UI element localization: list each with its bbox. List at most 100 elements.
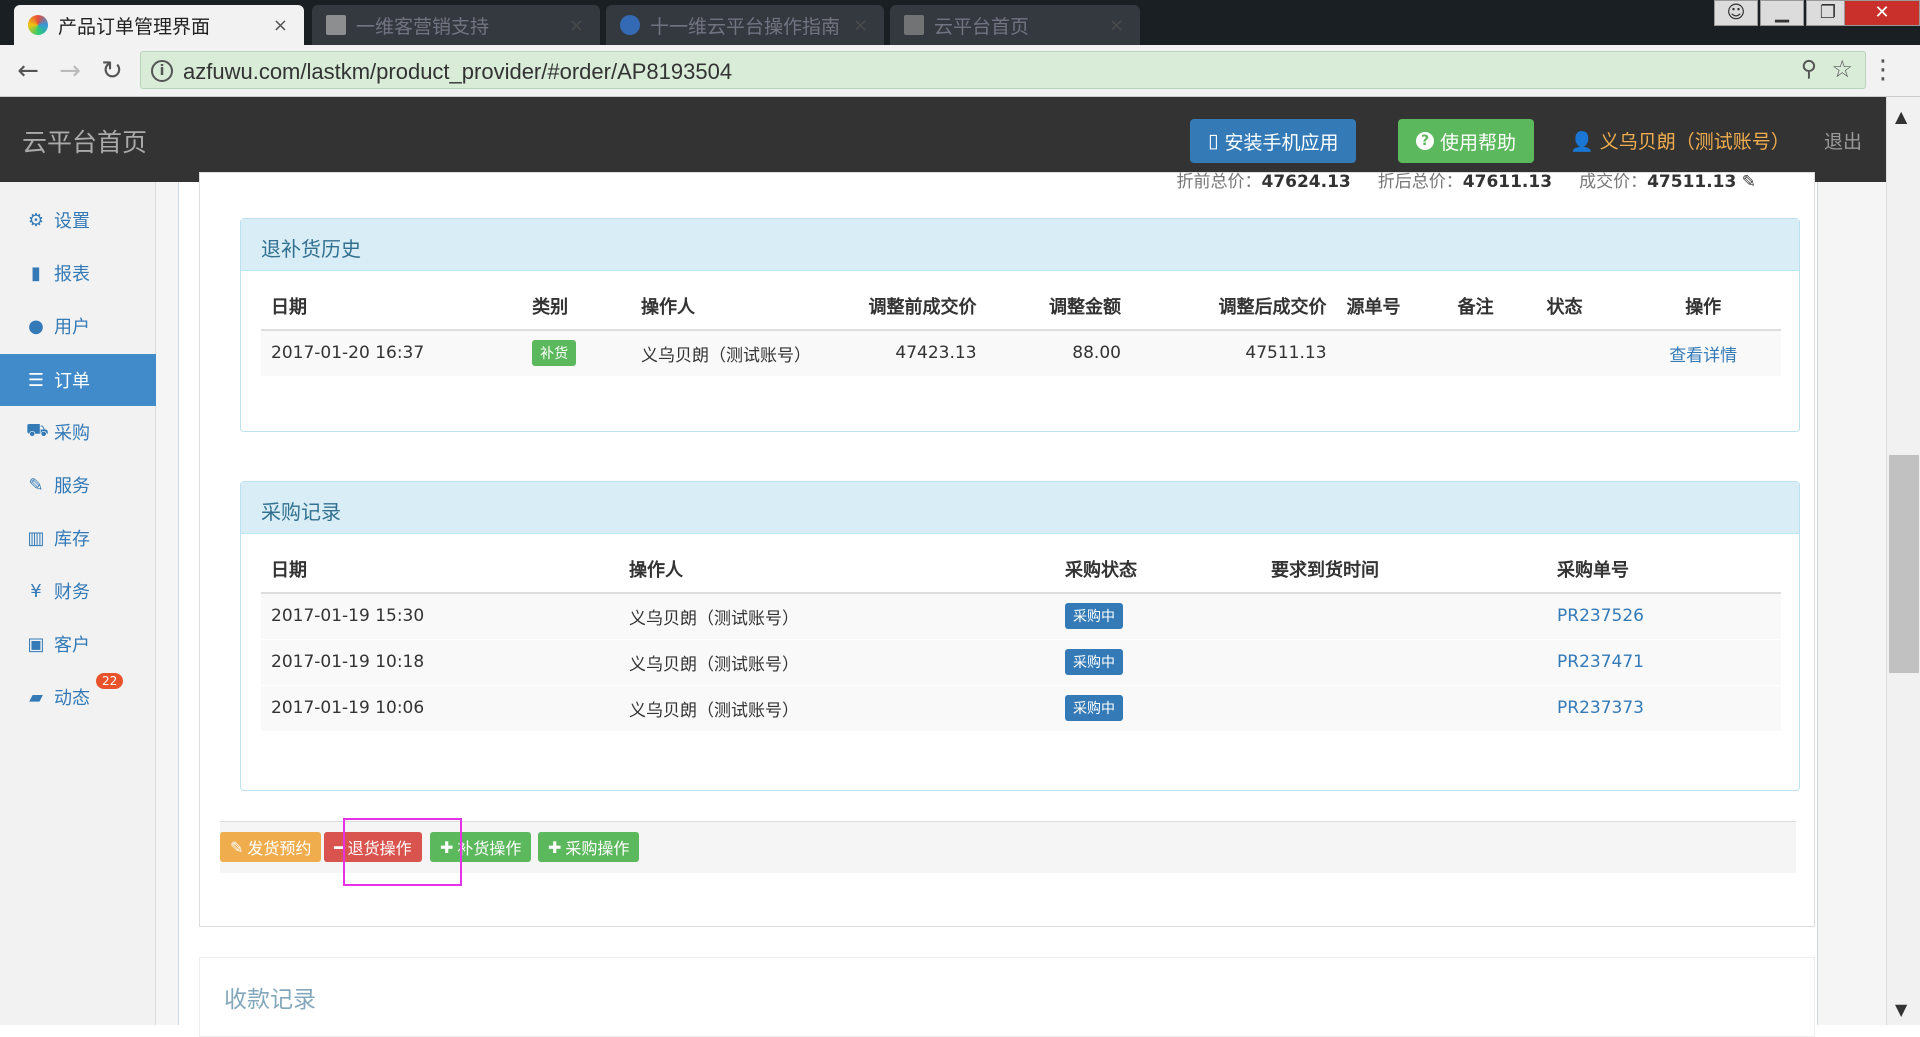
close-tab-icon[interactable]: × [853, 15, 868, 36]
sidebar-item-customers[interactable]: ▣ 客户 [0, 618, 156, 670]
column-header: 调整后成交价 [1130, 283, 1337, 331]
purchase-order-link[interactable]: PR237471 [1557, 652, 1644, 672]
po-cell: PR237526 [1547, 593, 1781, 640]
sidebar-nav: ⚙ 设置 ▮ 报表 ● 用户 ☰ 订单 ⛟ 采购 ✎ 服务 ▥ 库存 ¥ 财务 ▣ 客户 ▰ 动态… [0, 182, 156, 1025]
button-label: 采购操作 [565, 839, 630, 858]
sidebar-item-activity[interactable]: ▰ 动态 22 [0, 671, 156, 723]
column-header: 采购单号 [1547, 546, 1781, 594]
receipt-records-title: 收款记录 [224, 987, 316, 1013]
purchase-records-table: 日期 操作人 采购状态 要求到货时间 采购单号 2017-01-19 15:30… [261, 546, 1781, 732]
close-tab-icon[interactable]: × [273, 15, 288, 36]
view-details-link[interactable]: 查看详情 [1669, 346, 1737, 366]
notification-badge: 22 [96, 673, 124, 689]
zoom-icon[interactable]: ⚲ [1801, 57, 1817, 82]
help-button[interactable]: ? 使用帮助 [1398, 119, 1535, 163]
tab-order-management[interactable]: 产品订单管理界面 × [14, 5, 304, 45]
sidebar-item-service[interactable]: ✎ 服务 [0, 459, 156, 511]
ship-appointment-button[interactable]: ✎ 发货预约 [220, 832, 322, 862]
sidebar-item-label: 服务 [54, 476, 90, 497]
question-circle-icon: ? [1416, 132, 1434, 150]
close-tab-icon[interactable]: × [1109, 15, 1124, 36]
sidebar-item-label: 库存 [54, 529, 90, 550]
bookmark-star-icon[interactable]: ☆ [1831, 55, 1853, 83]
mobile-phone-icon: ▯ [1208, 130, 1219, 152]
date-cell: 2017-01-19 10:06 [261, 685, 619, 732]
operator-cell: 义乌贝朗（测试账号） [619, 639, 1055, 686]
install-app-button[interactable]: ▯ 安装手机应用 [1190, 119, 1357, 163]
po-cell: PR237471 [1547, 639, 1781, 686]
sidebar-item-reports[interactable]: ▮ 报表 [0, 247, 156, 299]
column-header: 状态 [1536, 283, 1626, 331]
yen-icon: ¥ [30, 580, 42, 602]
wrench-icon: ✎ [28, 474, 44, 496]
comment-icon: ▰ [29, 686, 43, 708]
back-icon[interactable]: ← [10, 53, 46, 89]
main-content: 折前总价：47624.13 折后总价：47611.13 成交价：47511.13… [156, 172, 1886, 1037]
address-bar[interactable]: i azfuwu.com/lastkm/product_provider/#or… [140, 51, 1866, 89]
sidebar-item-purchase[interactable]: ⛟ 采购 [0, 406, 156, 458]
due-date-cell [1261, 593, 1547, 640]
tab-background-1[interactable]: 一维客营销支持 × [312, 5, 600, 45]
column-header: 备注 [1447, 283, 1537, 331]
browser-menu-icon[interactable]: ⋮ [1870, 55, 1896, 85]
page-icon [904, 15, 924, 35]
column-header: 日期 [261, 283, 523, 331]
browser-toolbar: ← → ↻ i azfuwu.com/lastkm/product_provid… [0, 45, 1920, 97]
column-header: 采购状态 [1055, 546, 1261, 594]
edit-pencil-icon[interactable]: ✎ [1742, 172, 1756, 192]
sidebar-item-inventory[interactable]: ▥ 库存 [0, 512, 156, 564]
purchase-records-panel: 采购记录 日期 操作人 采购状态 要求到货时间 采购单号 2017-01-19 … [240, 481, 1800, 791]
plus-icon: ✚ [548, 837, 562, 857]
deal-price-label: 成交价： [1579, 172, 1648, 192]
sidebar-item-users[interactable]: ● 用户 [0, 300, 156, 352]
highlight-annotation-box [343, 818, 462, 886]
scrollbar-thumb[interactable] [1889, 455, 1919, 673]
barcode-icon: ▥ [27, 527, 45, 549]
post-discount-value: 47611.13 [1462, 172, 1553, 192]
reload-icon[interactable]: ↻ [94, 53, 130, 89]
table-row: 2017-01-19 15:30 义乌贝朗（测试账号） 采购中 PR237526 [261, 593, 1781, 640]
brand-link[interactable]: 云平台首页 [22, 123, 147, 159]
table-header-row: 日期 类别 操作人 调整前成交价 调整金额 调整后成交价 源单号 备注 状态 操… [261, 283, 1781, 331]
action-cell: 查看详情 [1625, 330, 1781, 377]
sidebar-item-finance[interactable]: ¥ 财务 [0, 565, 156, 617]
status-cell: 采购中 [1055, 639, 1261, 686]
page-scrollbar[interactable]: ▲ ▼ [1886, 97, 1920, 1025]
sidebar-item-settings[interactable]: ⚙ 设置 [0, 194, 156, 246]
site-info-icon[interactable]: i [151, 60, 173, 82]
user-name: 义乌贝朗（测试账号） [1599, 131, 1790, 153]
site-favicon-icon [620, 15, 640, 35]
close-tab-icon[interactable]: × [569, 15, 584, 36]
tab-title: 一维客营销支持 [356, 15, 490, 38]
purchase-operation-button[interactable]: ✚ 采购操作 [538, 832, 640, 862]
current-user-link[interactable]: 👤 义乌贝朗（测试账号） [1570, 127, 1790, 154]
purchase-order-link[interactable]: PR237373 [1557, 698, 1644, 718]
briefcase-icon: ▣ [27, 633, 45, 655]
tab-background-3[interactable]: 云平台首页 × [890, 5, 1140, 45]
close-window-button[interactable]: ✕ [1844, 0, 1920, 26]
logout-link[interactable]: 退出 [1824, 127, 1862, 154]
return-history-title: 退补货历史 [241, 219, 1799, 271]
purchasing-status-badge: 采购中 [1065, 603, 1123, 630]
operator-cell: 义乌贝朗（测试账号） [630, 330, 854, 377]
scroll-up-arrow-icon[interactable]: ▲ [1895, 107, 1907, 126]
purchase-order-link[interactable]: PR237526 [1557, 606, 1644, 626]
table-header-row: 日期 操作人 采购状态 要求到货时间 采购单号 [261, 546, 1781, 594]
amount-cell: 88.00 [986, 330, 1131, 377]
tab-background-2[interactable]: 十一维云平台操作指南 × [606, 5, 884, 45]
sidebar-item-label: 采购 [54, 423, 90, 444]
scroll-down-arrow-icon[interactable]: ▼ [1895, 1000, 1907, 1019]
after-price-cell: 47511.13 [1130, 330, 1337, 377]
tab-title: 产品订单管理界面 [58, 15, 211, 38]
column-header: 调整前成交价 [853, 283, 987, 331]
sidebar-item-label: 财务 [54, 582, 90, 603]
sidebar-item-label: 设置 [54, 211, 90, 232]
sidebar-item-orders[interactable]: ☰ 订单 [0, 354, 156, 406]
url-text[interactable]: azfuwu.com/lastkm/product_provider/#orde… [183, 59, 732, 85]
profile-icon[interactable]: ☺ [1714, 0, 1758, 26]
purchasing-status-badge: 采购中 [1065, 649, 1123, 675]
minimize-button[interactable]: ▁ [1760, 0, 1804, 26]
po-cell: PR237373 [1547, 685, 1781, 732]
forward-icon[interactable]: → [52, 53, 88, 89]
post-discount-label: 折后总价： [1377, 172, 1463, 192]
